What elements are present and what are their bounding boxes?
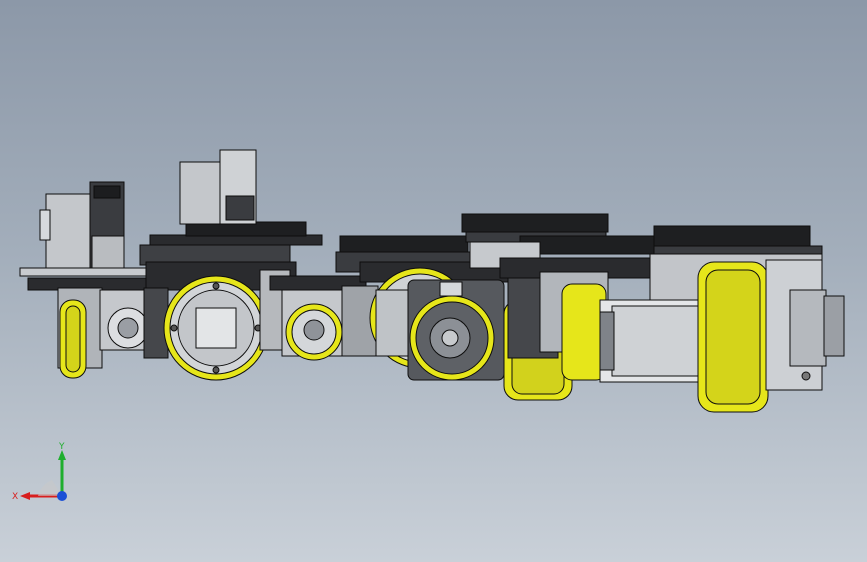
gear-ring-right	[653, 225, 811, 247]
z-axis-dot	[57, 491, 67, 501]
motor-housing	[45, 193, 91, 269]
x-axis-arrowhead	[20, 492, 30, 500]
cad-viewport[interactable]: Y X	[0, 0, 867, 562]
axis-triad: Y X	[12, 442, 67, 502]
x-axis-label: X	[12, 492, 18, 502]
module-left-small	[19, 181, 151, 379]
module-center-left	[269, 275, 379, 361]
drive-wheel-assembly-model[interactable]	[0, 0, 867, 562]
slew-ring-gear	[461, 213, 609, 233]
y-axis-label: Y	[58, 442, 65, 452]
